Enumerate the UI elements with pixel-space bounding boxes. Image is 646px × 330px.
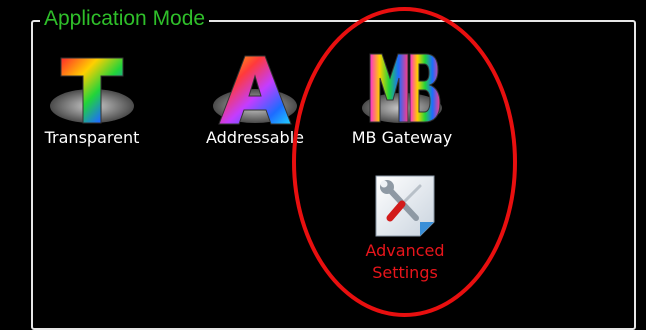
transparent-label: Transparent [44,128,140,147]
advanced-label-line2: Settings [372,263,438,282]
tools-settings-icon [375,175,435,237]
advanced-settings-label: Advanced Settings [365,240,444,284]
advanced-label-line1: Advanced [365,241,445,260]
mb-gateway-mode-button[interactable]: MB Gateway [327,48,477,148]
mb-gateway-label: MB Gateway [351,128,453,147]
transparent-mode-button[interactable]: Transparent [42,48,142,148]
advanced-settings-button[interactable]: Advanced Settings [350,170,460,284]
addressable-a-icon [213,55,297,125]
group-title: Application Mode [40,6,210,32]
addressable-mode-button[interactable]: Addressable [190,48,320,148]
transparent-t-icon [50,57,134,124]
mb-gateway-icon [362,53,442,123]
addressable-label: Addressable [206,128,304,147]
